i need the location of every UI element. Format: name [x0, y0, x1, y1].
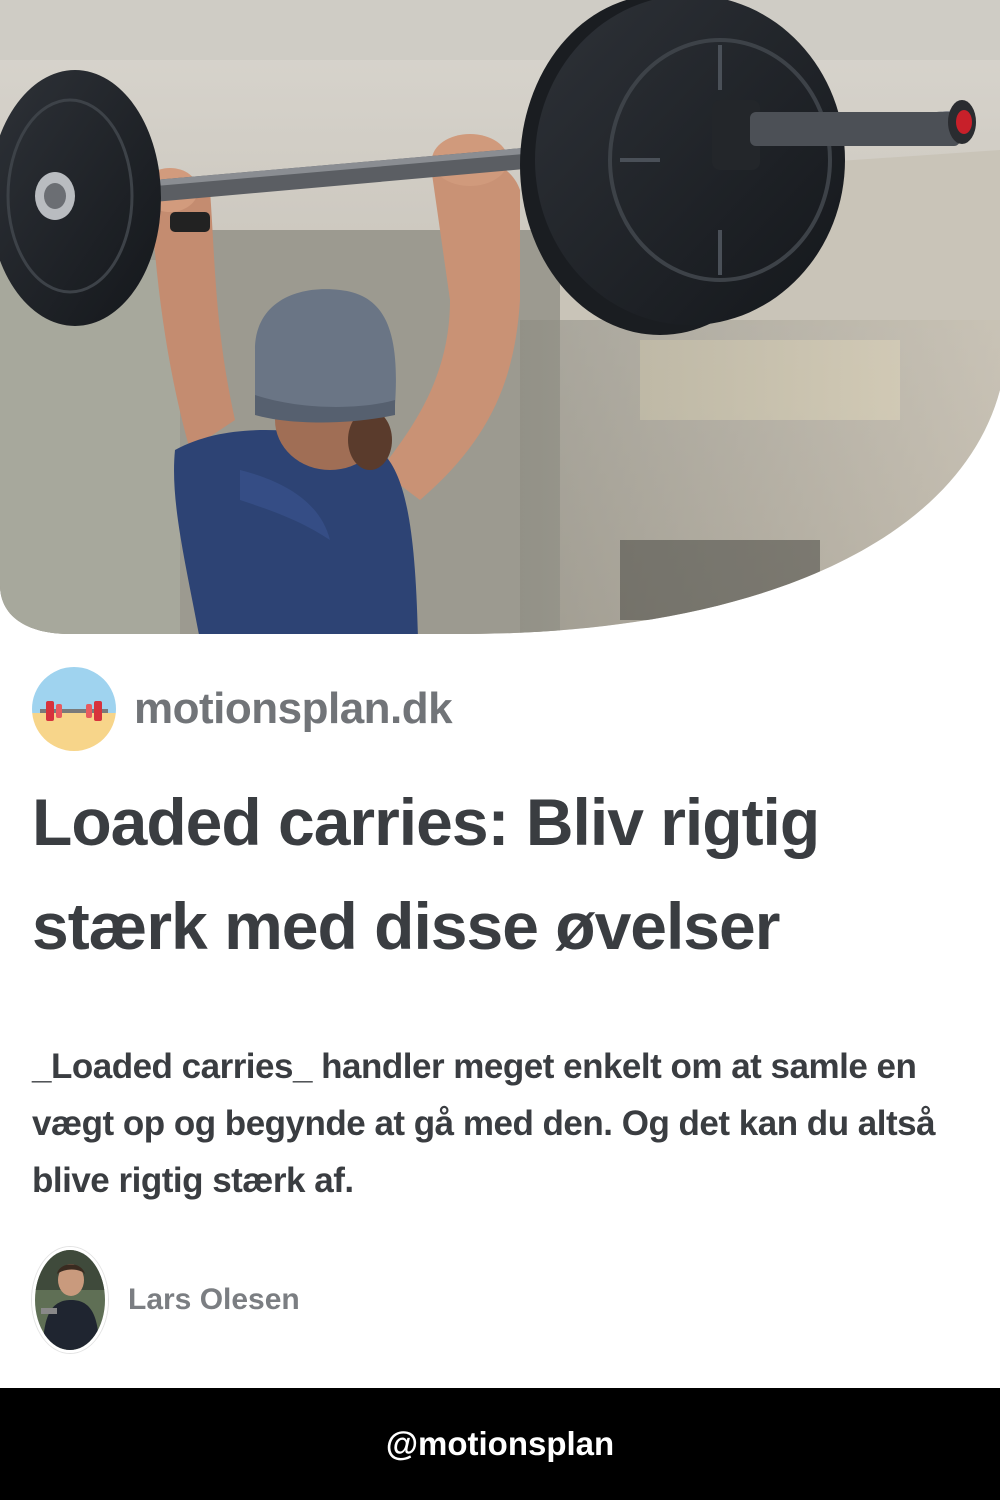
article-title[interactable]: Loaded carries: Bliv rigtig stærk med di… — [32, 770, 932, 978]
hero-image — [0, 0, 1000, 640]
site-header: motionsplan.dk — [32, 666, 453, 752]
site-name[interactable]: motionsplan.dk — [134, 684, 453, 734]
hero-photo-illustration — [0, 0, 1000, 634]
author-avatar-icon[interactable] — [32, 1247, 108, 1353]
footer-bar: @motionsplan — [0, 1388, 1000, 1500]
barbell-logo-icon[interactable] — [32, 667, 116, 751]
author-byline: Lars Olesen — [32, 1247, 300, 1353]
social-handle[interactable]: @motionsplan — [386, 1425, 614, 1463]
article-lede: _Loaded carries_ handler meget enkelt om… — [32, 1047, 936, 1200]
author-name[interactable]: Lars Olesen — [128, 1283, 300, 1317]
